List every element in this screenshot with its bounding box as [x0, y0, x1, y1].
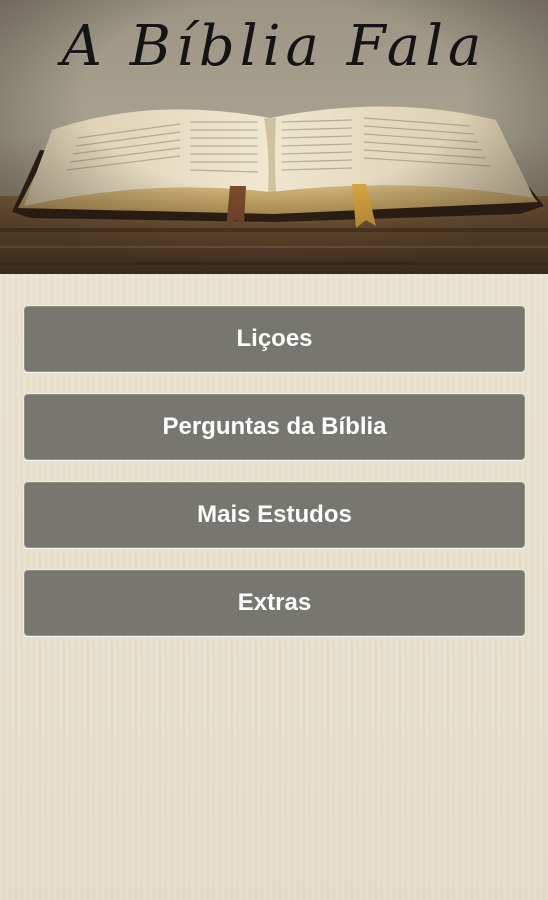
main-menu: Liçoes Perguntas da Bíblia Mais Estudos … — [24, 306, 525, 658]
extras-button[interactable]: Extras — [24, 570, 525, 636]
mais-estudos-button[interactable]: Mais Estudos — [24, 482, 525, 548]
perguntas-da-biblia-button[interactable]: Perguntas da Bíblia — [24, 394, 525, 460]
licoes-button[interactable]: Liçoes — [24, 306, 525, 372]
header-banner: A Bíblia Fala — [0, 0, 548, 274]
app-title: A Bíblia Fala — [61, 14, 487, 79]
